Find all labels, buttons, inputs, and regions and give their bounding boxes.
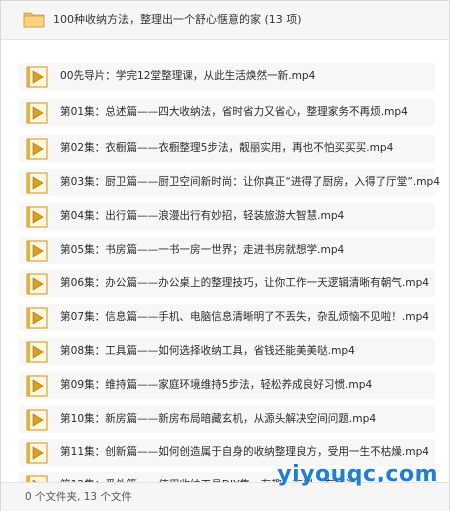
file-name: 第10集：新房篇——新房布局暗藏玄机，从源头解决空间问题.mp4 [60, 413, 377, 425]
file-name: 第08集：工具篇——如何选择收纳工具，省钱还能美美哒.mp4 [60, 345, 355, 357]
video-file-icon [26, 409, 48, 431]
file-row[interactable]: 第06集：办公篇——办公桌上的整理技巧，让你工作一天逻辑清晰有朝气.mp4 [19, 270, 435, 297]
video-file-icon [26, 442, 48, 464]
status-count: 0 个文件夹, 13 个文件 [25, 491, 132, 503]
video-file-icon [26, 341, 48, 363]
file-name: 第09集：维持篇——家庭环境维持5步法，轻松养成良好习惯.mp4 [60, 379, 373, 391]
file-name: 第04集：出行篇——浪漫出行有妙招，轻装旅游大智慧.mp4 [60, 210, 345, 222]
folder-title: 100种收纳方法，整理出一个舒心惬意的家 (13 项) [53, 13, 302, 26]
file-row[interactable]: 第05集：书房篇——一书一房一世界；走进书房就想学.mp4 [19, 237, 435, 264]
file-name: 第07集：信息篇——手机、电脑信息清晰明了不丢失，杂乱烦恼不见啦！.mp4 [60, 311, 430, 323]
file-list: 00先导片：学完12堂整理课，从此生活焕然一新.mp4 第01集：总述篇——四大… [1, 63, 449, 499]
file-row[interactable]: 第03集：厨卫篇——厨卫空间新时尚：让你真正“进得了厨房，入得了厅堂”.mp4 [19, 169, 440, 196]
file-row[interactable]: 第04集：出行篇——浪漫出行有妙招，轻装旅游大智慧.mp4 [19, 203, 435, 230]
video-file-icon [26, 66, 48, 88]
video-file-icon [26, 307, 48, 329]
file-name: 第06集：办公篇——办公桌上的整理技巧，让你工作一天逻辑清晰有朝气.mp4 [60, 277, 430, 289]
file-name: 第05集：书房篇——一书一房一世界；走进书房就想学.mp4 [60, 244, 345, 256]
file-row[interactable]: 第01集：总述篇——四大收纳法，省时省力又省心，整理家务不再烦.mp4 [19, 99, 435, 126]
file-row[interactable]: 第07集：信息篇——手机、电脑信息清晰明了不丢失，杂乱烦恼不见啦！.mp4 [19, 304, 435, 331]
file-list-window: 100种收纳方法，整理出一个舒心惬意的家 (13 项) 00先导片：学完12堂整… [0, 0, 450, 511]
file-name: 第01集：总述篇——四大收纳法，省时省力又省心，整理家务不再烦.mp4 [60, 106, 408, 118]
video-file-icon [26, 102, 48, 124]
file-name: 第02集：衣橱篇——衣橱整理5步法，靓丽实用，再也不怕买买买.mp4 [60, 142, 394, 154]
folder-icon [23, 12, 45, 28]
video-file-icon [26, 206, 48, 228]
video-file-icon [26, 172, 48, 194]
file-row[interactable]: 第08集：工具篇——如何选择收纳工具，省钱还能美美哒.mp4 [19, 338, 435, 365]
video-file-icon [26, 375, 48, 397]
file-row[interactable]: 第02集：衣橱篇——衣橱整理5步法，靓丽实用，再也不怕买买买.mp4 [19, 135, 435, 162]
video-file-icon [26, 273, 48, 295]
video-file-icon [26, 138, 48, 160]
file-row[interactable]: 第09集：维持篇——家庭环境维持5步法，轻松养成良好习惯.mp4 [19, 372, 435, 399]
file-name: 第03集：厨卫篇——厨卫空间新时尚：让你真正“进得了厨房，入得了厅堂”.mp4 [60, 176, 441, 188]
file-row[interactable]: 00先导片：学完12堂整理课，从此生活焕然一新.mp4 [19, 63, 435, 90]
file-name: 00先导片：学完12堂整理课，从此生活焕然一新.mp4 [60, 70, 316, 82]
folder-header: 100种收纳方法，整理出一个舒心惬意的家 (13 项) [1, 1, 449, 40]
file-row[interactable]: 第10集：新房篇——新房布局暗藏玄机，从源头解决空间问题.mp4 [19, 406, 435, 433]
watermark: yiyouqc.com [277, 462, 438, 487]
video-file-icon [26, 240, 48, 262]
file-name: 第11集：创新篇——如何创造属于自身的收纳整理良方，受用一生不枯燥.mp4 [60, 446, 430, 458]
